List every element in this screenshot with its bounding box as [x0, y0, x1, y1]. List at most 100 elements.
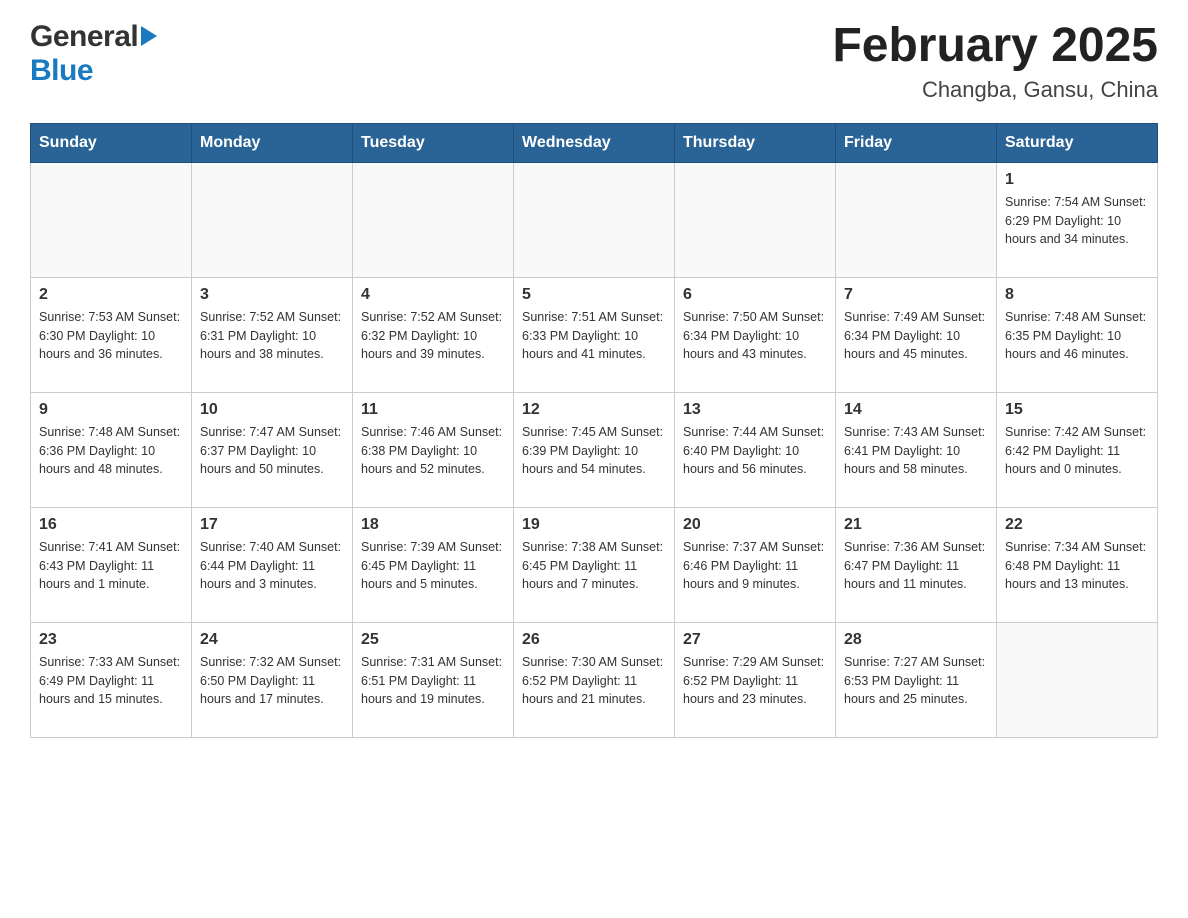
calendar-cell: 8Sunrise: 7:48 AM Sunset: 6:35 PM Daylig…	[997, 277, 1158, 392]
calendar-cell: 19 Sunrise: 7:38 AM Sunset: 6:45 PM Dayli…	[514, 507, 675, 622]
calendar-cell: 27Sunrise: 7:29 AM Sunset: 6:52 PM Dayli…	[675, 622, 836, 737]
day-info: Sunrise: 7:40 AM Sunset: 6:44 PM Dayligh…	[200, 538, 344, 594]
calendar-cell: 16 Sunrise: 7:41 AM Sunset: 6:43 PM Dayli…	[31, 507, 192, 622]
day-number: 3	[200, 286, 344, 304]
day-info: Sunrise: 7:49 AM Sunset: 6:34 PM Dayligh…	[844, 308, 988, 364]
day-number: 8	[1005, 286, 1149, 304]
calendar-cell: 4 Sunrise: 7:52 AM Sunset: 6:32 PM Daylig…	[353, 277, 514, 392]
calendar-cell: 2 Sunrise: 7:53 AM Sunset: 6:30 PM Daylig…	[31, 277, 192, 392]
day-info: Sunrise: 7:34 AM Sunset: 6:48 PM Dayligh…	[1005, 538, 1149, 594]
day-info: Sunrise: 7:52 AM Sunset: 6:31 PM Dayligh…	[200, 308, 344, 364]
calendar-cell: 18Sunrise: 7:39 AM Sunset: 6:45 PM Dayli…	[353, 507, 514, 622]
logo-general-text: General	[30, 20, 138, 54]
day-number: 6	[683, 286, 827, 304]
day-info: Sunrise: 7:36 AM Sunset: 6:47 PM Dayligh…	[844, 538, 988, 594]
calendar-week-row: 16 Sunrise: 7:41 AM Sunset: 6:43 PM Dayli…	[31, 507, 1158, 622]
day-info: Sunrise: 7:51 AM Sunset: 6:33 PM Dayligh…	[522, 308, 666, 364]
day-header-thursday: Thursday	[675, 123, 836, 162]
day-number: 17	[200, 516, 344, 534]
day-header-sunday: Sunday	[31, 123, 192, 162]
day-number: 10	[200, 401, 344, 419]
calendar-week-row: 2 Sunrise: 7:53 AM Sunset: 6:30 PM Daylig…	[31, 277, 1158, 392]
calendar-cell: 9 Sunrise: 7:48 AM Sunset: 6:36 PM Daylig…	[31, 392, 192, 507]
day-number: 19	[522, 516, 666, 534]
day-info: Sunrise: 7:27 AM Sunset: 6:53 PM Dayligh…	[844, 653, 988, 709]
calendar-cell	[353, 162, 514, 277]
calendar-cell: 7 Sunrise: 7:49 AM Sunset: 6:34 PM Daylig…	[836, 277, 997, 392]
day-info: Sunrise: 7:38 AM Sunset: 6:45 PM Dayligh…	[522, 538, 666, 594]
calendar-cell: 1 Sunrise: 7:54 AM Sunset: 6:29 PM Daylig…	[997, 162, 1158, 277]
month-title: February 2025	[832, 20, 1158, 73]
day-info: Sunrise: 7:54 AM Sunset: 6:29 PM Dayligh…	[1005, 193, 1149, 249]
day-info: Sunrise: 7:30 AM Sunset: 6:52 PM Dayligh…	[522, 653, 666, 709]
day-header-monday: Monday	[192, 123, 353, 162]
calendar-cell: 20Sunrise: 7:37 AM Sunset: 6:46 PM Dayli…	[675, 507, 836, 622]
day-number: 14	[844, 401, 988, 419]
day-number: 2	[39, 286, 183, 304]
day-info: Sunrise: 7:39 AM Sunset: 6:45 PM Dayligh…	[361, 538, 505, 594]
day-info: Sunrise: 7:47 AM Sunset: 6:37 PM Dayligh…	[200, 423, 344, 479]
calendar-cell: 25Sunrise: 7:31 AM Sunset: 6:51 PM Dayli…	[353, 622, 514, 737]
day-info: Sunrise: 7:48 AM Sunset: 6:36 PM Dayligh…	[39, 423, 183, 479]
day-number: 13	[683, 401, 827, 419]
calendar-cell	[514, 162, 675, 277]
calendar-cell	[836, 162, 997, 277]
calendar-cell: 6 Sunrise: 7:50 AM Sunset: 6:34 PM Daylig…	[675, 277, 836, 392]
calendar-cell	[997, 622, 1158, 737]
day-number: 24	[200, 631, 344, 649]
calendar-week-row: 23 Sunrise: 7:33 AM Sunset: 6:49 PM Dayli…	[31, 622, 1158, 737]
day-info: Sunrise: 7:43 AM Sunset: 6:41 PM Dayligh…	[844, 423, 988, 479]
day-number: 4	[361, 286, 505, 304]
day-number: 23	[39, 631, 183, 649]
day-number: 22	[1005, 516, 1149, 534]
day-number: 28	[844, 631, 988, 649]
day-number: 5	[522, 286, 666, 304]
day-number: 26	[522, 631, 666, 649]
day-info: Sunrise: 7:33 AM Sunset: 6:49 PM Dayligh…	[39, 653, 183, 709]
calendar-header-row: SundayMondayTuesdayWednesdayThursdayFrid…	[31, 123, 1158, 162]
calendar-cell	[192, 162, 353, 277]
day-number: 9	[39, 401, 183, 419]
calendar-cell: 12Sunrise: 7:45 AM Sunset: 6:39 PM Dayli…	[514, 392, 675, 507]
day-number: 11	[361, 401, 505, 419]
calendar-cell	[31, 162, 192, 277]
day-info: Sunrise: 7:50 AM Sunset: 6:34 PM Dayligh…	[683, 308, 827, 364]
calendar-week-row: 1 Sunrise: 7:54 AM Sunset: 6:29 PM Daylig…	[31, 162, 1158, 277]
calendar-cell: 10 Sunrise: 7:47 AM Sunset: 6:37 PM Dayli…	[192, 392, 353, 507]
day-info: Sunrise: 7:37 AM Sunset: 6:46 PM Dayligh…	[683, 538, 827, 594]
day-number: 1	[1005, 171, 1149, 189]
location-subtitle: Changba, Gansu, China	[832, 77, 1158, 103]
day-number: 21	[844, 516, 988, 534]
calendar-week-row: 9 Sunrise: 7:48 AM Sunset: 6:36 PM Daylig…	[31, 392, 1158, 507]
day-number: 16	[39, 516, 183, 534]
day-number: 27	[683, 631, 827, 649]
day-number: 25	[361, 631, 505, 649]
calendar-cell: 14 Sunrise: 7:43 AM Sunset: 6:41 PM Dayli…	[836, 392, 997, 507]
day-header-tuesday: Tuesday	[353, 123, 514, 162]
logo-blue-text: Blue	[30, 54, 93, 87]
calendar-cell: 15Sunrise: 7:42 AM Sunset: 6:42 PM Dayli…	[997, 392, 1158, 507]
calendar-cell: 28 Sunrise: 7:27 AM Sunset: 6:53 PM Dayli…	[836, 622, 997, 737]
header-right: February 2025 Changba, Gansu, China	[832, 20, 1158, 103]
day-header-saturday: Saturday	[997, 123, 1158, 162]
day-info: Sunrise: 7:53 AM Sunset: 6:30 PM Dayligh…	[39, 308, 183, 364]
day-number: 12	[522, 401, 666, 419]
calendar-cell: 21 Sunrise: 7:36 AM Sunset: 6:47 PM Dayli…	[836, 507, 997, 622]
day-header-wednesday: Wednesday	[514, 123, 675, 162]
calendar-table: SundayMondayTuesdayWednesdayThursdayFrid…	[30, 123, 1158, 738]
day-info: Sunrise: 7:52 AM Sunset: 6:32 PM Dayligh…	[361, 308, 505, 364]
day-header-friday: Friday	[836, 123, 997, 162]
calendar-cell: 22 Sunrise: 7:34 AM Sunset: 6:48 PM Dayli…	[997, 507, 1158, 622]
logo-arrow-icon	[141, 26, 157, 46]
day-info: Sunrise: 7:42 AM Sunset: 6:42 PM Dayligh…	[1005, 423, 1149, 479]
calendar-cell: 17 Sunrise: 7:40 AM Sunset: 6:44 PM Dayli…	[192, 507, 353, 622]
day-info: Sunrise: 7:41 AM Sunset: 6:43 PM Dayligh…	[39, 538, 183, 594]
calendar-cell: 13Sunrise: 7:44 AM Sunset: 6:40 PM Dayli…	[675, 392, 836, 507]
logo: General Blue	[30, 20, 157, 88]
calendar-cell: 11Sunrise: 7:46 AM Sunset: 6:38 PM Dayli…	[353, 392, 514, 507]
calendar-cell: 24Sunrise: 7:32 AM Sunset: 6:50 PM Dayli…	[192, 622, 353, 737]
day-number: 7	[844, 286, 988, 304]
calendar-cell: 3 Sunrise: 7:52 AM Sunset: 6:31 PM Daylig…	[192, 277, 353, 392]
calendar-cell: 23 Sunrise: 7:33 AM Sunset: 6:49 PM Dayli…	[31, 622, 192, 737]
calendar-cell: 5 Sunrise: 7:51 AM Sunset: 6:33 PM Daylig…	[514, 277, 675, 392]
